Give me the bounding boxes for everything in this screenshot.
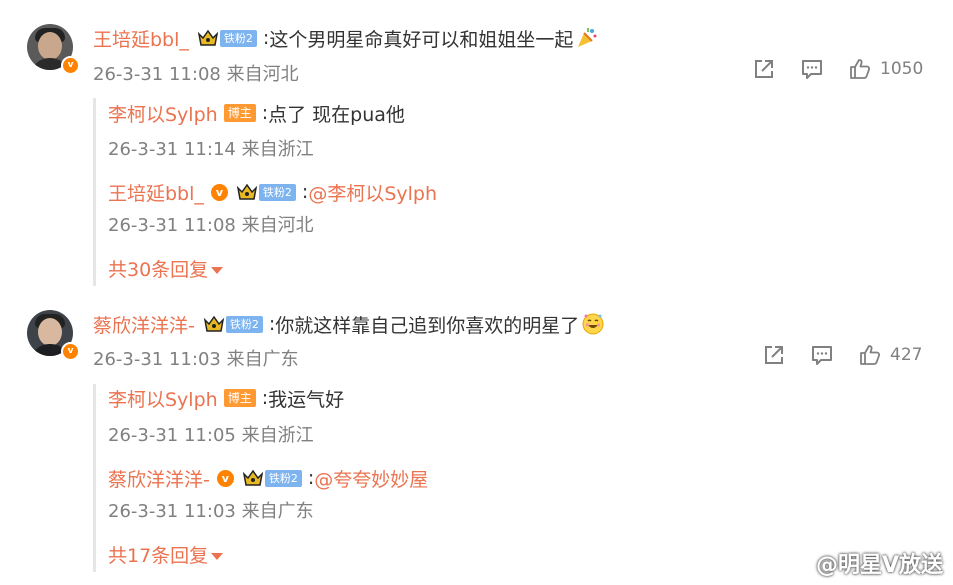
more-replies-link[interactable]: 共30条回复 (108, 254, 224, 282)
party-popper-emoji-icon (575, 26, 599, 50)
watermark: @明星V放送 (782, 547, 943, 579)
crown-icon (203, 314, 225, 334)
share-button[interactable] (752, 57, 776, 81)
comment-time: 26-3-31 11:08 来自河北 (93, 64, 299, 85)
host-badge: 博主 (223, 389, 256, 407)
reply-meta: 26-3-31 11:05 来自浙江 (108, 422, 314, 446)
reply-divider (93, 98, 96, 286)
caret-down-icon (211, 266, 224, 274)
crown-icon (236, 182, 258, 202)
reply-time: 26-3-31 11:05 来自浙江 (108, 425, 314, 446)
reply-username[interactable]: 李柯以Sylph (108, 385, 218, 412)
comment-meta: 26-3-31 11:08 来自河北 (93, 61, 299, 85)
reply-meta: 26-3-31 11:03 来自广东 (108, 498, 314, 522)
comment-text: 你就这样靠自己追到你喜欢的明星了 (275, 314, 580, 337)
comment-header: 王培延bbl_ 铁粉2 : 这个男明星命真好可以和姐姐坐一起 (93, 24, 599, 52)
mention-link[interactable]: @李柯以Sylph (308, 179, 437, 206)
watermark-text: @明星V放送 (815, 553, 943, 578)
mention-link[interactable]: @夸夸妙妙屋 (314, 465, 428, 492)
fan-level-badge: 铁粉2 (264, 469, 302, 487)
caret-down-icon (211, 552, 224, 560)
reply-header: 李柯以Sylph 博主 : 点了 现在pua他 (108, 99, 405, 127)
share-icon (765, 346, 783, 364)
reply-header: 李柯以Sylph 博主 : 我运气好 (108, 384, 344, 412)
more-replies-label: 共17条回复 (108, 544, 209, 567)
like-count: 1050 (880, 59, 924, 79)
reply-text: 点了 现在pua他 (268, 103, 405, 126)
reply-username[interactable]: 李柯以Sylph (108, 100, 218, 127)
comment-time: 26-3-31 11:03 来自广东 (93, 349, 299, 370)
comment-button[interactable] (800, 57, 824, 81)
comment-button[interactable] (810, 343, 834, 367)
verified-icon: v (216, 469, 234, 487)
reply-time: 26-3-31 11:14 来自浙江 (108, 139, 314, 160)
more-replies-link[interactable]: 共17条回复 (108, 540, 224, 568)
comment-actions: 427 (762, 342, 922, 368)
more-replies-label: 共30条回复 (108, 258, 209, 281)
smiling-face-emoji-icon (581, 312, 605, 336)
comment-actions: 1050 (752, 56, 923, 82)
share-icon (755, 60, 773, 78)
verified-badge-icon: v (61, 342, 80, 361)
reply-header: 王培延bbl_ v 铁粉2 : @李柯以Sylph (108, 178, 437, 206)
comment-username[interactable]: 蔡欣洋洋洋- (93, 311, 195, 338)
comment-header: 蔡欣洋洋洋- 铁粉2 : 你就这样靠自己追到你喜欢的明星了 (93, 310, 605, 338)
verified-badge-icon: v (61, 56, 80, 75)
like-icon (860, 345, 881, 365)
reply-text: 我运气好 (268, 388, 345, 411)
like-icon (850, 59, 871, 79)
reply-header: 蔡欣洋洋洋- v 铁粉2 : @夸夸妙妙屋 (108, 464, 428, 492)
fan-level-badge: 铁粉2 (225, 315, 263, 333)
reply-username[interactable]: 王培延bbl_ (108, 179, 204, 206)
host-badge: 博主 (223, 104, 256, 122)
weibo-logo-icon (782, 552, 811, 575)
comment-meta: 26-3-31 11:03 来自广东 (93, 346, 299, 370)
reply-meta: 26-3-31 11:08 来自河北 (108, 212, 314, 236)
comment-icon (812, 346, 832, 365)
reply-time: 26-3-31 11:03 来自广东 (108, 501, 314, 522)
verified-icon: v (210, 183, 228, 201)
fan-level-badge: 铁粉2 (258, 183, 296, 201)
comment-username[interactable]: 王培延bbl_ (93, 25, 189, 52)
reply-time: 26-3-31 11:08 来自河北 (108, 215, 314, 236)
share-button[interactable] (762, 343, 786, 367)
like-button[interactable]: 427 (858, 343, 922, 367)
crown-icon (242, 468, 264, 488)
comment-icon (802, 60, 822, 79)
reply-username[interactable]: 蔡欣洋洋洋- (108, 465, 210, 492)
reply-divider (93, 384, 96, 572)
like-button[interactable]: 1050 (848, 57, 923, 81)
like-count: 427 (890, 345, 923, 365)
reply-meta: 26-3-31 11:14 来自浙江 (108, 136, 314, 160)
fan-level-badge: 铁粉2 (219, 29, 257, 47)
comment-text: 这个男明星命真好可以和姐姐坐一起 (269, 28, 574, 51)
crown-icon (197, 28, 219, 48)
